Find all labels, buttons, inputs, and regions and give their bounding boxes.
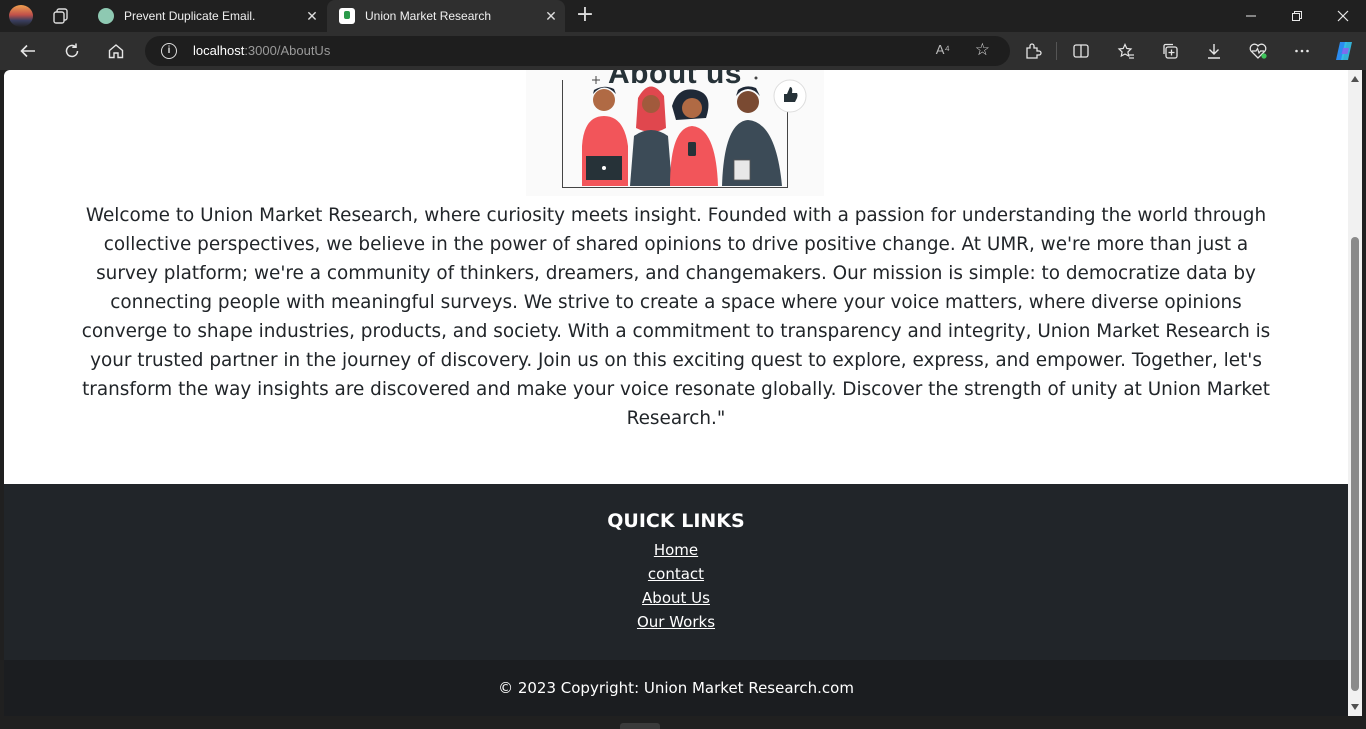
list-item: contact xyxy=(4,563,1348,587)
footer-link-home[interactable]: Home xyxy=(654,541,698,559)
close-window-icon[interactable] xyxy=(1320,0,1366,32)
copilot-icon[interactable] xyxy=(1329,36,1359,66)
tab-strip: Prevent Duplicate Email. ✕ Union Market … xyxy=(0,0,1366,32)
close-tab-icon[interactable]: ✕ xyxy=(298,8,326,25)
download-icon[interactable] xyxy=(1199,36,1229,66)
more-icon[interactable] xyxy=(1287,36,1317,66)
scroll-down-icon[interactable] xyxy=(1351,704,1359,710)
profile-avatar[interactable] xyxy=(8,4,34,28)
favorites-icon[interactable] xyxy=(1111,36,1141,66)
tab-title: Union Market Research xyxy=(365,9,492,23)
collections-icon[interactable] xyxy=(1155,36,1185,66)
quick-links-heading: QUICK LINKS xyxy=(607,510,745,532)
scroll-up-icon[interactable] xyxy=(1351,76,1359,82)
browser-toolbar: i localhost:3000/AboutUs A⁴ ☆ xyxy=(0,32,1366,70)
refresh-icon[interactable] xyxy=(57,36,87,66)
split-screen-icon[interactable] xyxy=(1066,36,1096,66)
puzzle-icon[interactable] xyxy=(1018,36,1048,66)
about-paragraph: Welcome to Union Market Research, where … xyxy=(81,205,1271,429)
list-item: Home xyxy=(4,539,1348,563)
tab-prevent-duplicate-email[interactable]: Prevent Duplicate Email. ✕ xyxy=(86,0,326,32)
about-us-illustration: About us xyxy=(526,70,824,196)
read-aloud-icon[interactable]: A⁴ xyxy=(936,42,950,57)
minimize-icon[interactable] xyxy=(1228,0,1274,32)
new-tab-icon[interactable]: + xyxy=(574,4,596,28)
toolbar-separator xyxy=(1056,42,1057,60)
list-item: Our Works xyxy=(4,611,1348,635)
window-bottom-edge xyxy=(0,716,1366,729)
list-item: About Us xyxy=(4,587,1348,611)
footer-link-contact[interactable]: contact xyxy=(648,565,704,583)
chatgpt-favicon-icon xyxy=(98,8,114,24)
tab-title: Prevent Duplicate Email. xyxy=(124,9,256,23)
workspaces-icon[interactable] xyxy=(50,6,72,26)
tab-union-market-research[interactable]: Union Market Research ✕ xyxy=(327,0,565,32)
info-icon[interactable]: i xyxy=(161,43,177,59)
site-favicon-icon xyxy=(339,8,355,24)
url-text[interactable]: localhost:3000/AboutUs xyxy=(193,43,330,58)
copyright-bar: © 2023 Copyright: Union Market Research.… xyxy=(4,660,1348,716)
address-bar[interactable]: i localhost:3000/AboutUs A⁴ ☆ xyxy=(145,36,1010,66)
people-illustration-icon xyxy=(582,76,807,186)
back-icon[interactable] xyxy=(13,36,43,66)
drag-handle xyxy=(620,723,660,729)
page-viewport: About us Welcome to Union Market Researc… xyxy=(4,70,1348,716)
star-icon[interactable]: ☆ xyxy=(975,40,990,60)
page-scrollbar[interactable] xyxy=(1348,70,1362,716)
home-icon[interactable] xyxy=(101,36,131,66)
footer-link-about-us[interactable]: About Us xyxy=(642,589,710,607)
footer-link-our-works[interactable]: Our Works xyxy=(637,613,715,631)
restore-icon[interactable] xyxy=(1274,0,1320,32)
close-tab-icon[interactable]: ✕ xyxy=(537,8,565,25)
footer: QUICK LINKS Home contact About Us Our Wo… xyxy=(4,484,1348,660)
browser-essentials-icon[interactable] xyxy=(1243,36,1273,66)
quick-links-list: Home contact About Us Our Works xyxy=(4,539,1348,635)
scrollbar-thumb[interactable] xyxy=(1351,237,1359,691)
